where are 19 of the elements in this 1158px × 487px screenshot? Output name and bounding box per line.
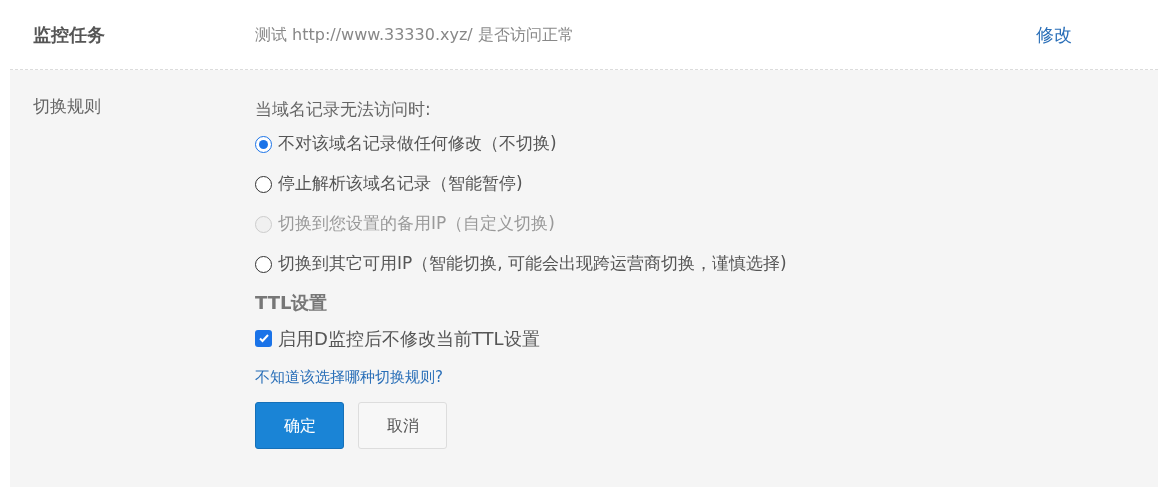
radio-label: 切换到您设置的备用IP（自定义切换) <box>278 212 555 236</box>
task-description: 测试 http://www.33330.xyz/ 是否访问正常 <box>255 23 575 46</box>
radio-label: 停止解析该域名记录（智能暂停) <box>278 172 523 196</box>
radio-label: 切换到其它可用IP（智能切换, 可能会出现跨运营商切换，谨慎选择) <box>278 252 787 276</box>
radio-label: 不对该域名记录做任何修改（不切换) <box>278 132 557 156</box>
radio-button[interactable] <box>255 255 272 273</box>
checkbox-label: 启用D监控后不修改当前TTL设置 <box>278 326 540 351</box>
check-icon <box>257 332 270 344</box>
row-label: 切换规则 <box>32 95 102 118</box>
prompt-text: 当域名记录无法访问时: <box>255 98 432 121</box>
row-label: 监控任务 <box>32 23 106 47</box>
checkbox[interactable] <box>255 329 272 347</box>
radio-button[interactable] <box>255 175 272 193</box>
cancel-button[interactable]: 取消 <box>358 402 447 449</box>
confirm-button[interactable]: 确定 <box>255 402 344 449</box>
help-link[interactable]: 不知道该选择哪种切换规则? <box>255 362 787 392</box>
edit-link[interactable]: 修改 <box>1036 21 1072 48</box>
radio-button[interactable] <box>255 135 272 153</box>
section-heading: TTL设置 <box>255 291 329 315</box>
